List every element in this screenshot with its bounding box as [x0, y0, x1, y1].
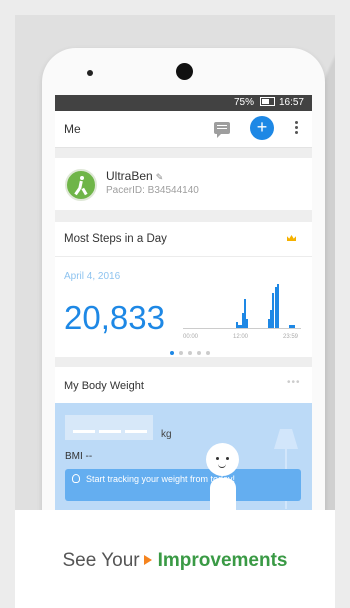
mascot-illustration	[206, 443, 239, 476]
app-screen: Me + UltraBen ✎ PacerID: B34544140 Most S…	[55, 111, 312, 518]
record-date: April 4, 2016	[64, 271, 121, 282]
battery-percent: 75%	[233, 97, 254, 108]
battery-icon	[259, 96, 275, 106]
weight-placeholder-dash	[73, 430, 95, 433]
page-dot[interactable]	[188, 351, 192, 355]
page-dot[interactable]	[170, 351, 174, 355]
tick-start: 00:00	[183, 334, 199, 340]
caption-highlight: Improvements	[157, 550, 288, 571]
username: UltraBen	[106, 169, 153, 183]
body-weight-card[interactable]: kg BMI -- Start tracking your weight fro…	[55, 403, 312, 518]
page-indicator[interactable]	[170, 342, 215, 360]
tick-mid: 12:00	[233, 334, 249, 340]
chart-bar	[293, 325, 296, 328]
record-steps: 20,833	[64, 299, 165, 336]
play-arrow-icon	[143, 555, 152, 566]
most-steps-title: Most Steps in a Day	[64, 233, 167, 245]
lightbulb-icon	[72, 474, 80, 483]
more-options-icon[interactable]	[295, 121, 298, 124]
steps-chart: 00:00 12:00 23:59	[183, 279, 301, 340]
app-bar: Me +	[55, 111, 312, 148]
caption-panel: See Your Improvements	[15, 510, 335, 608]
chart-bar	[277, 284, 280, 328]
tip-banner[interactable]: Start tracking your weight from today!	[65, 469, 301, 501]
page-title: Me	[64, 122, 81, 136]
edit-pencil-icon[interactable]: ✎	[156, 172, 164, 182]
bmi-value: BMI --	[65, 451, 93, 462]
page-dot[interactable]	[206, 351, 210, 355]
clock: 16:57	[278, 97, 304, 108]
most-steps-card[interactable]: April 4, 2016 20,833 00:00 12:00 23:59	[55, 257, 312, 357]
most-steps-header[interactable]: Most Steps in a Day	[55, 222, 312, 257]
more-icon[interactable]: •••	[287, 377, 301, 388]
page-dot[interactable]	[197, 351, 201, 355]
crown-icon	[287, 235, 296, 241]
body-weight-header[interactable]: My Body Weight •••	[55, 367, 312, 403]
weight-placeholder-dash	[99, 430, 121, 433]
chart-bar	[271, 292, 274, 328]
phone-frame: 75% 16:57 Me + UltraBen ✎ PacerID: B345441…	[42, 48, 325, 518]
body-weight-title: My Body Weight	[64, 380, 144, 392]
tick-end: 23:59	[283, 334, 299, 340]
phone-sensor	[87, 70, 93, 76]
weight-unit: kg	[161, 429, 172, 440]
pacer-id: PacerID: B34544140	[106, 185, 199, 196]
chart-axis	[183, 328, 301, 329]
page-dot[interactable]	[179, 351, 183, 355]
add-button[interactable]: +	[250, 116, 274, 140]
weight-placeholder-dash	[125, 430, 147, 433]
message-icon[interactable]	[214, 122, 230, 138]
chart-bar	[245, 319, 248, 328]
lamp-illustration	[274, 429, 298, 449]
caption: See Your Improvements	[15, 550, 335, 572]
avatar[interactable]	[65, 169, 97, 201]
phone-camera	[176, 63, 193, 80]
status-bar: 75% 16:57	[55, 95, 312, 111]
profile-card[interactable]: UltraBen ✎ PacerID: B34544140	[55, 158, 312, 210]
caption-prefix: See Your	[62, 550, 140, 571]
weight-value-box	[65, 415, 153, 440]
